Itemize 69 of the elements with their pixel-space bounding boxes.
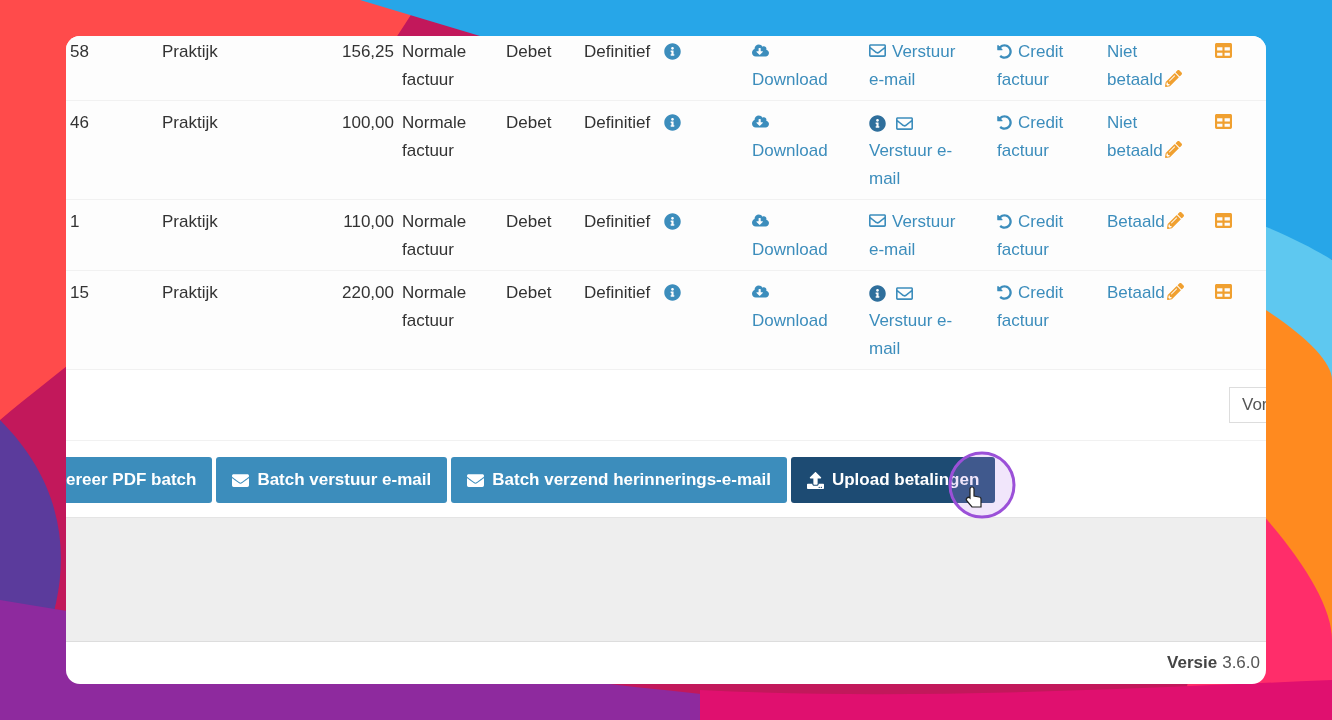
action-button[interactable]: Batch verstuur e-mail [216,457,448,503]
download-link[interactable]: Download [752,137,828,165]
payment-status-link[interactable]: Niet betaald [1107,109,1197,165]
info-icon[interactable] [869,114,886,132]
credit-invoice-link[interactable]: Credit factuur [997,208,1092,264]
download-link[interactable]: Download [752,236,828,264]
undo-icon [997,44,1012,59]
table-icon[interactable] [1215,212,1232,229]
table-cell: Debet [506,283,552,302]
table-cell: Debet [506,42,552,61]
envelope-icon [869,42,886,59]
table-cell: Praktijk [162,113,218,132]
table-icon[interactable] [1215,113,1232,130]
info-icon[interactable] [869,284,886,302]
table-cell: Normale factuur [402,113,467,160]
credit-invoice-link[interactable]: Credit factuur [997,38,1092,94]
send-email-link[interactable]: Verstuur e-mail [869,137,974,193]
table-cell: Debet [506,212,552,231]
envelope-icon [232,471,250,489]
pencil-icon [1166,283,1184,300]
table-cell: Praktijk [162,283,218,302]
download-link[interactable]: Download [752,66,828,94]
credit-invoice-link[interactable]: Credit factuur [997,279,1092,335]
envelope-icon[interactable] [896,284,913,302]
table-cell-text: Definitief [584,112,651,134]
table-cell: Praktijk [162,212,218,231]
table-cell: 100,00 [342,113,394,132]
cloud-download-icon[interactable] [752,283,769,300]
table-cell: 58 [70,42,89,61]
pencil-icon [1164,141,1182,158]
undo-icon [997,214,1012,229]
send-email-link[interactable]: Verstuur e-mail [869,307,974,363]
table-cell-text: Definitief [584,282,651,304]
upload-icon [806,471,824,489]
table-cell-text: Definitief [584,41,651,63]
table-icon[interactable] [1215,42,1232,59]
table-cell: 156,25 [342,42,394,61]
table-cell: 15 [70,283,89,302]
table-cell: 1 [70,212,80,231]
table-cell-text: Definitief [584,211,651,233]
payment-status-link[interactable]: Niet betaald [1107,38,1197,94]
action-button[interactable]: ereer PDF batch [66,457,213,503]
table-cell: Praktijk [162,42,218,61]
envelope-icon [869,212,886,229]
payment-status-link[interactable]: Betaald [1107,279,1184,307]
send-email-link[interactable]: Verstuur e-mail [869,38,974,94]
action-button[interactable]: Batch verzend herinnerings-e-mail [451,457,787,503]
download-link[interactable]: Download [752,307,828,335]
table-cell: 110,00 [343,212,394,231]
pencil-icon [1164,70,1182,87]
credit-invoice-link[interactable]: Credit factuur [997,109,1092,165]
envelope-icon [467,471,485,489]
undo-icon [997,285,1012,300]
payment-status-link[interactable]: Betaald [1107,208,1184,236]
table-cell: Debet [506,113,552,132]
cloud-download-icon[interactable] [752,42,769,59]
envelope-icon[interactable] [896,114,913,132]
table-icon[interactable] [1215,283,1232,300]
send-email-link[interactable]: Verstuur e-mail [869,208,974,264]
table-cell: Normale factuur [402,42,467,89]
undo-icon [997,115,1012,130]
cloud-download-icon[interactable] [752,113,769,130]
cloud-download-icon[interactable] [752,212,769,229]
table-cell: Normale factuur [402,283,467,330]
table-cell: 220,00 [342,283,394,302]
table-cell: Normale factuur [402,212,467,259]
table-cell: 46 [70,113,89,132]
version-label: Versie 3.6.0 [1167,653,1260,673]
pencil-icon [1166,212,1184,229]
